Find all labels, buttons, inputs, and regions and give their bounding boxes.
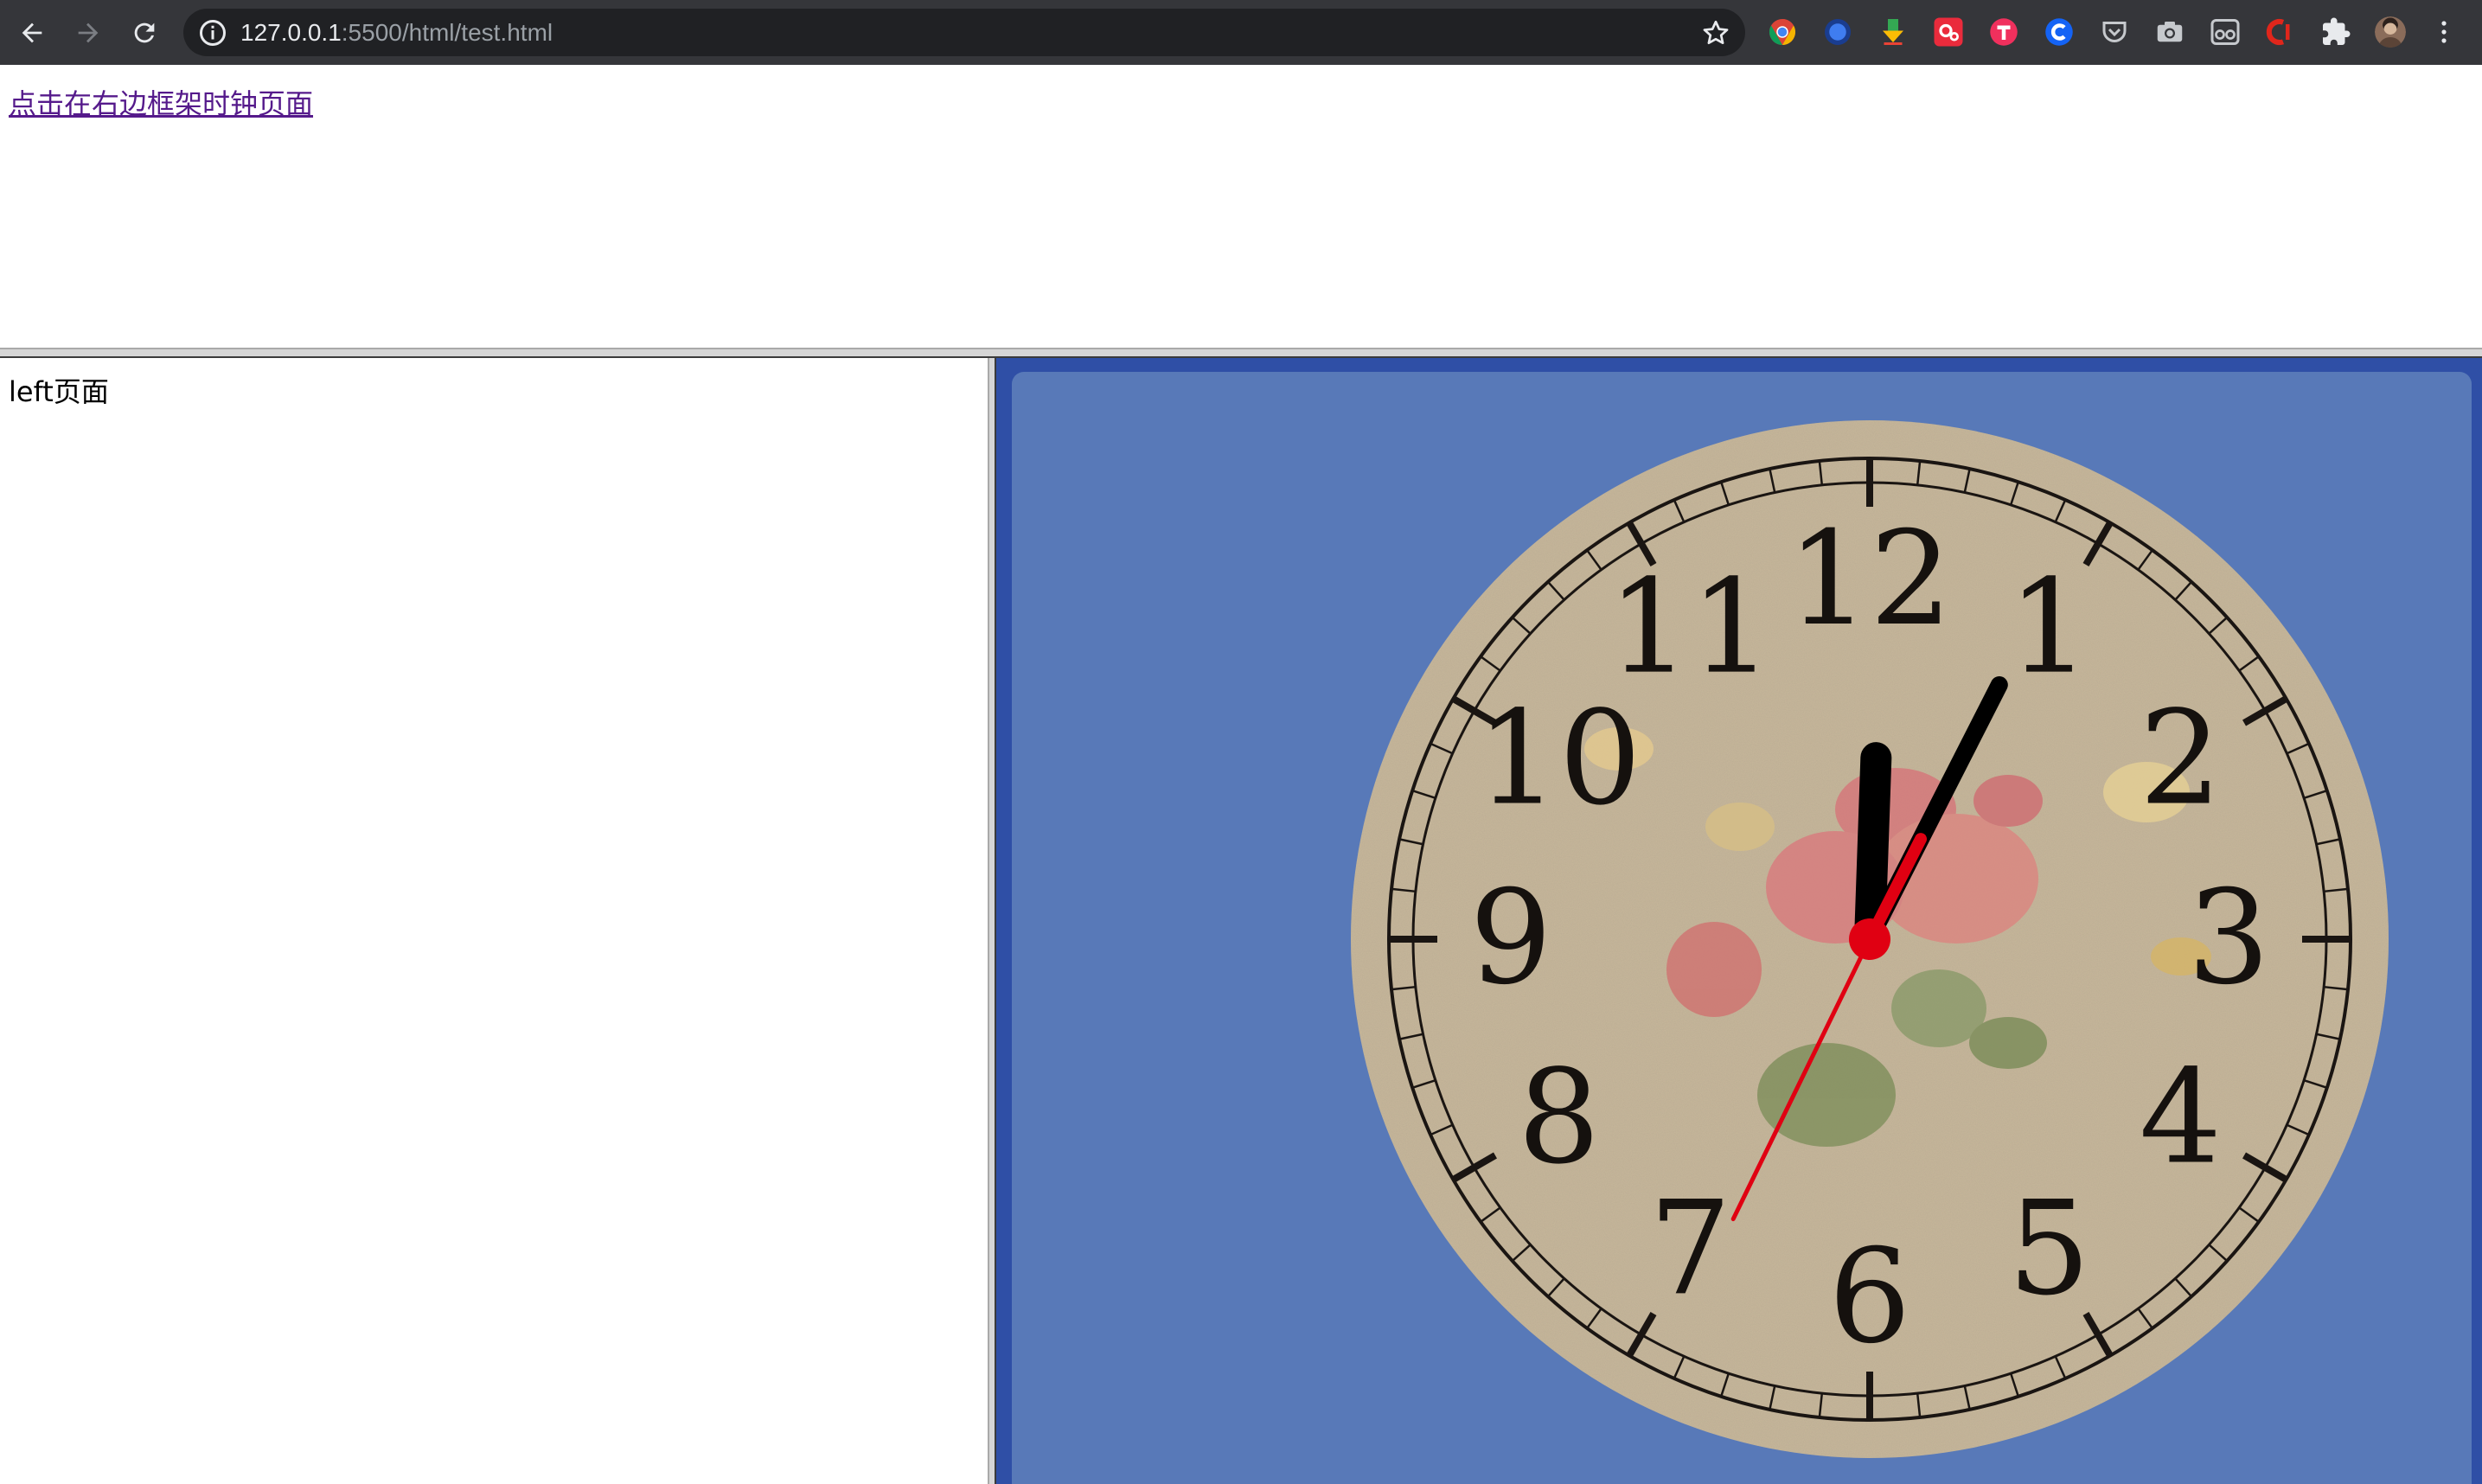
forward-button[interactable]	[69, 14, 107, 52]
url-host: 127.0.0.1	[240, 19, 342, 46]
reload-button[interactable]	[125, 14, 163, 52]
numeral-1: 1	[2008, 553, 2090, 703]
numeral-10: 10	[1476, 684, 1641, 835]
numeral-12: 12	[1788, 504, 1953, 655]
pink-t-icon[interactable]	[1988, 16, 2019, 48]
profile-avatar[interactable]	[2375, 16, 2406, 48]
chrome-icon[interactable]	[1767, 16, 1798, 48]
bookmark-star-icon[interactable]	[1700, 17, 1731, 48]
numeral-6: 6	[1828, 1222, 1910, 1372]
left-page-text: left页面	[9, 375, 109, 408]
reload-icon	[134, 22, 155, 43]
numeral-8: 8	[1518, 1043, 1600, 1193]
red-gear-icon[interactable]	[1933, 16, 1964, 48]
numeral-3: 3	[2187, 863, 2269, 1014]
puzzle-icon[interactable]	[2320, 16, 2351, 48]
glasses-icon[interactable]	[2210, 16, 2241, 48]
analog-clock: 12 12 3 45678 9 1011	[1351, 420, 2389, 1458]
menu-kebab-icon[interactable]	[2434, 16, 2454, 48]
circle-blue-icon[interactable]	[1822, 16, 1853, 48]
blue-c-icon[interactable]	[2044, 16, 2075, 48]
left-frame: left页面	[0, 358, 988, 1484]
frame-horizontal-border[interactable]	[0, 348, 2482, 358]
red-c-icon[interactable]	[2265, 16, 2296, 48]
clock-page-link[interactable]: 点击在右边框架时钟页面	[9, 82, 313, 122]
url-path: :5500/html/test.html	[341, 19, 553, 46]
url-text[interactable]: 127.0.0.1:5500/html/test.html	[240, 17, 553, 48]
numeral-9: 9	[1469, 863, 1551, 1014]
numeral-5: 5	[2008, 1174, 2090, 1324]
forward-arrow-icon	[78, 22, 99, 43]
back-button[interactable]	[13, 14, 51, 52]
numeral-11: 11	[1608, 553, 1773, 703]
numeral-7: 7	[1649, 1174, 1731, 1324]
frame-vertical-border[interactable]	[988, 358, 996, 1484]
back-arrow-icon	[22, 22, 42, 43]
center-hub	[1849, 918, 1890, 960]
address-bar[interactable]: 127.0.0.1:5500/html/test.html	[183, 9, 1745, 56]
top-frame: 点击在右边框架时钟页面	[0, 65, 2482, 348]
info-icon[interactable]	[197, 17, 228, 48]
clock-panel: 12 1 2 3 4 5 6 7 8 9 10 11	[1012, 372, 2472, 1484]
numeral-4: 4	[2140, 1043, 2222, 1193]
numeral-2: 2	[2140, 684, 2222, 835]
pocket-icon[interactable]	[2099, 16, 2130, 48]
camera-icon[interactable]	[2154, 16, 2185, 48]
download-arrow-icon[interactable]	[1877, 16, 1909, 48]
browser-toolbar: 127.0.0.1:5500/html/test.html	[0, 0, 2482, 65]
right-frame: 12 1 2 3 4 5 6 7 8 9 10 11	[996, 358, 2482, 1484]
